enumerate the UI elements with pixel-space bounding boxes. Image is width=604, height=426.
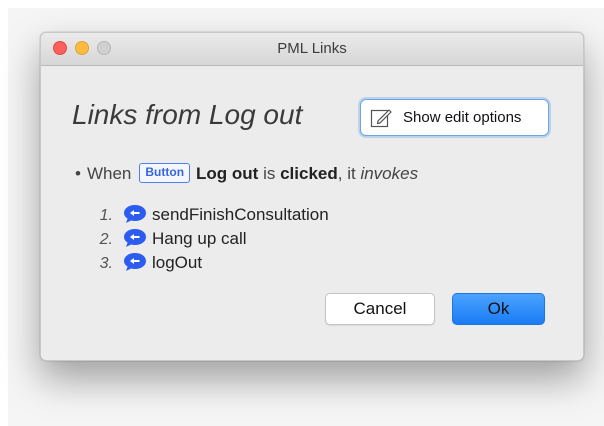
action-label: Hang up call	[152, 229, 247, 248]
bullet: •	[75, 164, 81, 183]
comma-it: , it	[337, 164, 356, 183]
action-bubble-icon	[124, 228, 146, 247]
action-label: sendFinishConsultation	[152, 205, 329, 224]
action-number: 1.	[99, 207, 113, 224]
is-word: is	[263, 164, 276, 183]
invoked-actions-list: 1. sendFinishConsultation 2. Hang up cal…	[81, 203, 329, 275]
action-label: logOut	[152, 253, 203, 272]
edit-icon	[370, 109, 392, 128]
action-bubble-icon	[124, 204, 146, 223]
show-edit-options-label: Show edit options	[403, 109, 522, 126]
element-name: Log out	[196, 164, 259, 183]
cancel-button[interactable]: Cancel	[325, 293, 435, 325]
action-bubble-icon	[124, 252, 146, 271]
action-number: 3.	[99, 255, 113, 272]
dialog-heading: Links from Log out	[72, 99, 303, 130]
show-edit-options-button[interactable]: Show edit options	[360, 99, 549, 136]
action-item-log-out[interactable]: 3. logOut	[81, 251, 329, 275]
trigger-sentence: • When Button Log out is clicked, it invoke…	[75, 161, 418, 187]
action-item-send-finish-consultation[interactable]: 1. sendFinishConsultation	[81, 203, 329, 227]
title-bar: PML Links	[41, 33, 583, 66]
pml-links-window: PML Links Links from Log out Show edit o…	[40, 32, 584, 361]
ok-button[interactable]: Ok	[452, 293, 545, 325]
when-word: When	[86, 164, 132, 183]
window-title: PML Links	[277, 40, 347, 57]
element-type-badge: Button	[139, 162, 191, 183]
action-number: 2.	[99, 231, 113, 248]
invokes-word: invokes	[360, 164, 419, 183]
action-item-hang-up-call[interactable]: 2. Hang up call	[81, 227, 329, 251]
event-name: clicked	[280, 164, 338, 183]
